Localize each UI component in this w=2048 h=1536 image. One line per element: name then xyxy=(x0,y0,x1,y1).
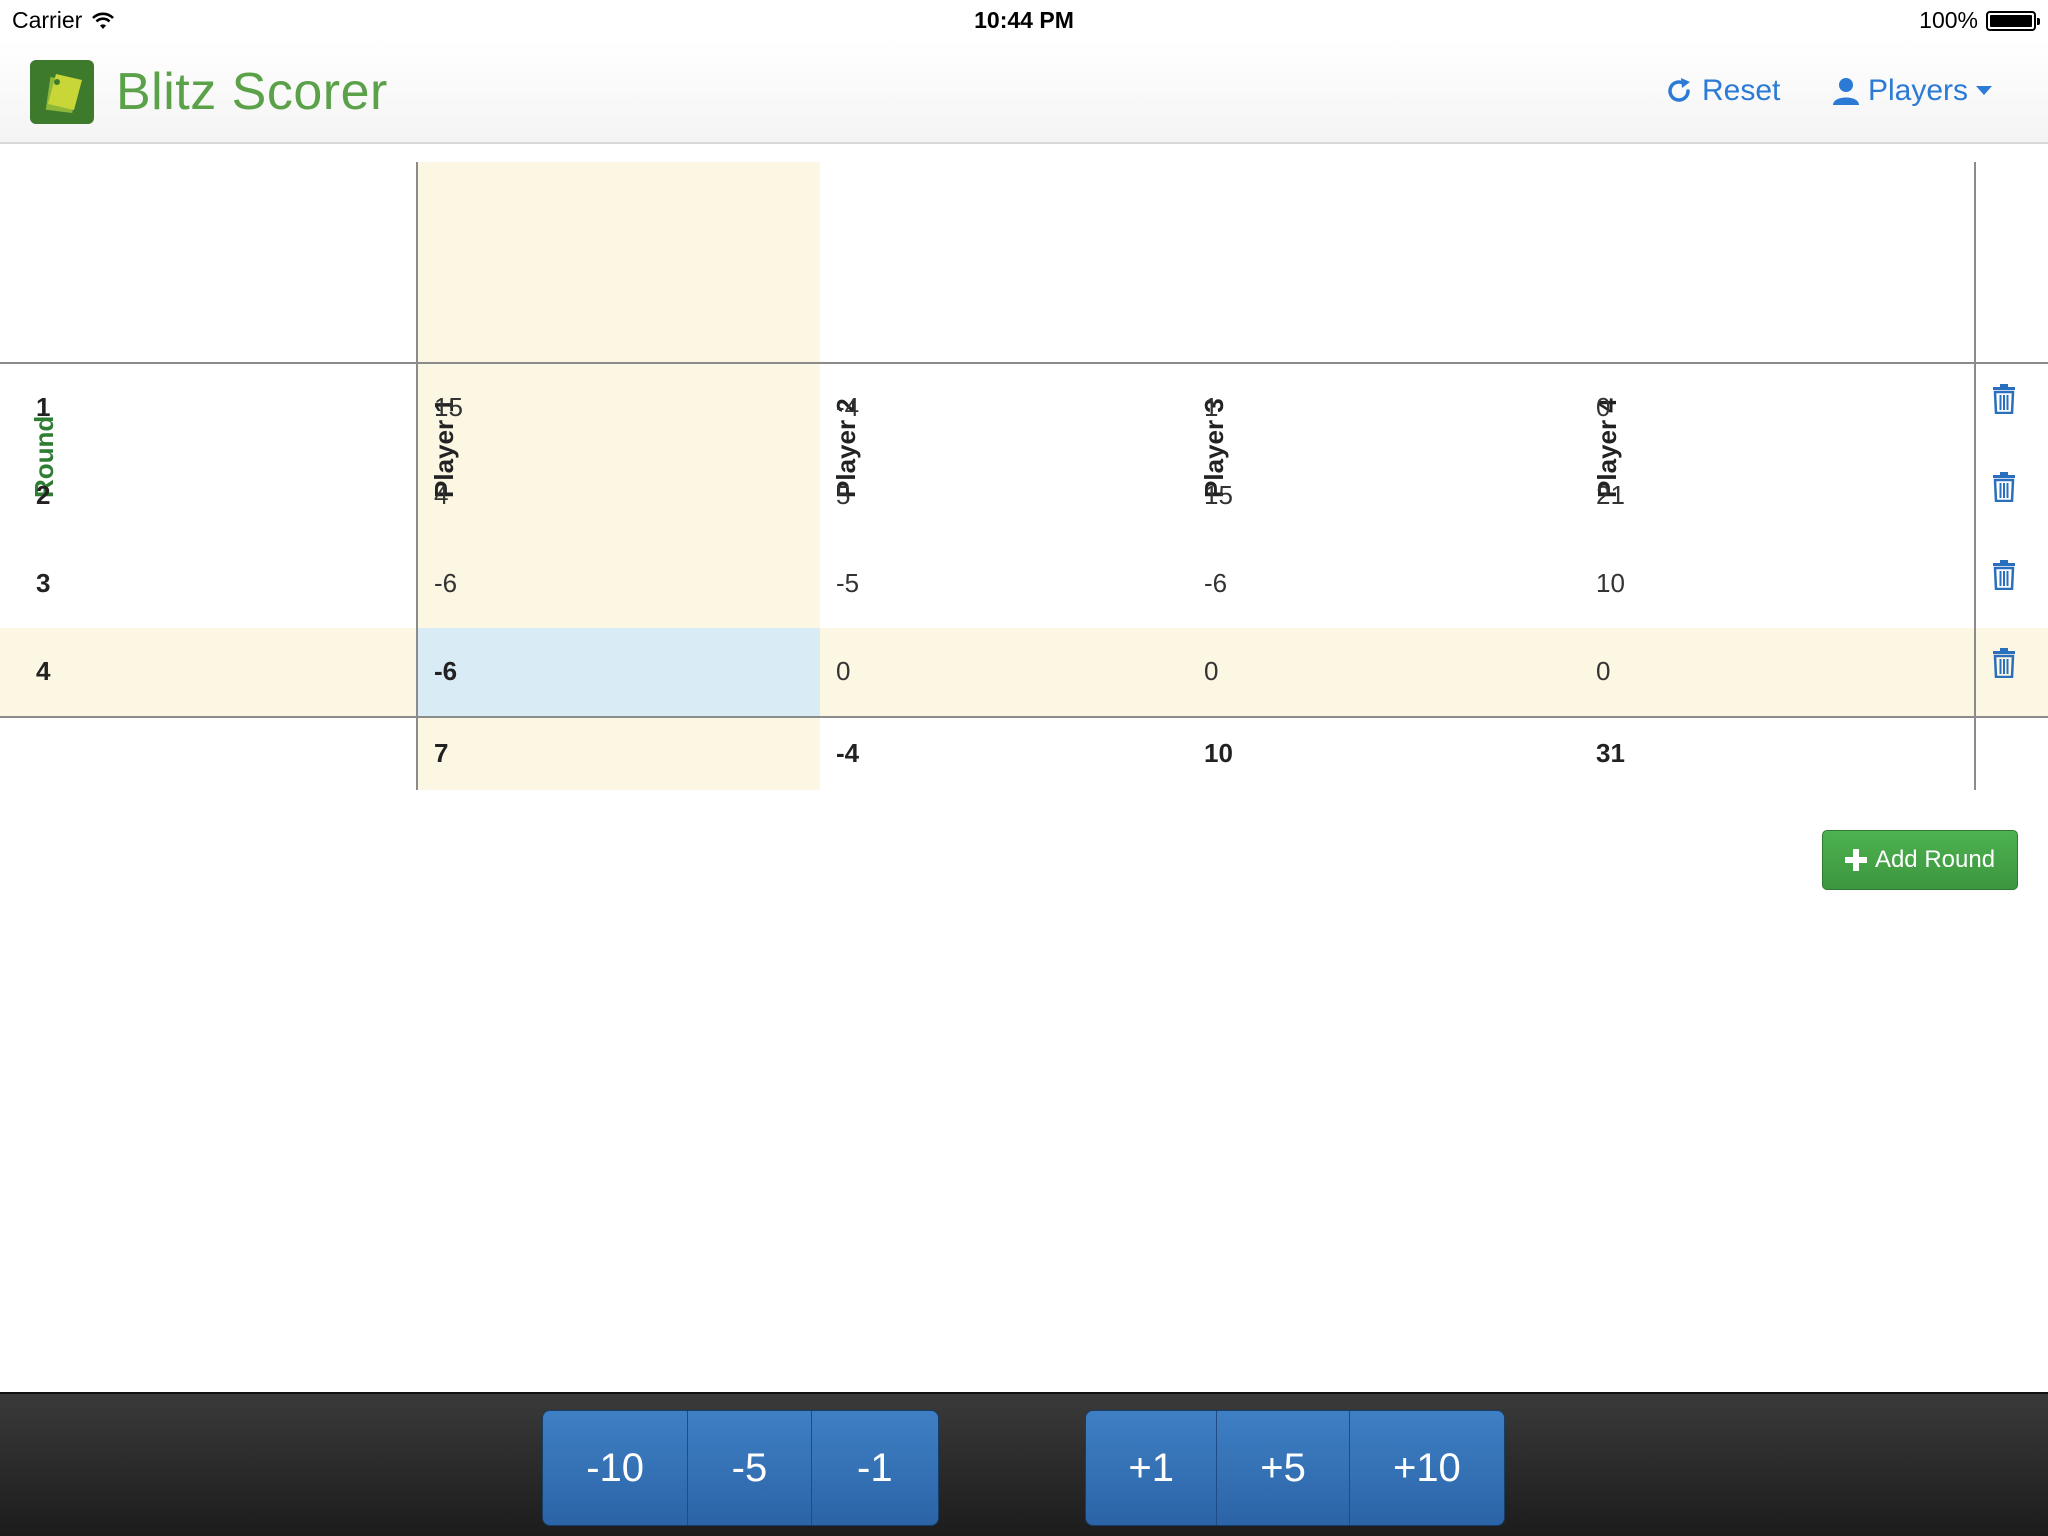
total-score: 31 xyxy=(1596,738,1625,768)
players-label: Players xyxy=(1868,74,1969,107)
trash-icon[interactable] xyxy=(1992,560,2016,590)
total-score: -4 xyxy=(836,738,860,768)
player-header[interactable]: Player 2 xyxy=(831,258,872,498)
player-header[interactable]: Player 3 xyxy=(1199,258,1240,498)
round-number: 3 xyxy=(36,568,51,598)
plus-5-button[interactable]: +5 xyxy=(1217,1411,1350,1525)
column-divider xyxy=(1974,162,1976,790)
score-cell[interactable]: 0 xyxy=(1596,656,1610,687)
score-cell[interactable]: 0 xyxy=(1204,656,1218,687)
round-header: Round xyxy=(29,415,59,498)
score-cell[interactable]: -6 xyxy=(1204,568,1227,599)
player-header[interactable]: Player 1 xyxy=(429,258,470,498)
score-cell[interactable]: 0 xyxy=(1596,392,1610,423)
reset-label: Reset xyxy=(1702,74,1781,107)
refresh-icon xyxy=(1668,78,1690,102)
navbar: Blitz Scorer Reset Players xyxy=(0,40,2048,144)
app-logo-icon[interactable] xyxy=(30,60,94,124)
active-round-row xyxy=(0,628,2048,716)
decrement-button-group: -10 -5 -1 xyxy=(542,1410,939,1526)
reset-button[interactable]: Reset xyxy=(1664,74,1780,108)
score-cell[interactable]: 5 xyxy=(836,480,850,511)
score-cell[interactable]: 21 xyxy=(1596,480,1625,511)
score-cell[interactable]: 15 xyxy=(434,392,463,423)
score-cell[interactable]: 4 xyxy=(434,480,448,511)
add-round-button[interactable]: Add Round xyxy=(1822,830,2018,890)
selected-score-cell[interactable] xyxy=(416,628,820,716)
plus-1-button[interactable]: +1 xyxy=(1086,1411,1218,1525)
players-dropdown[interactable]: Players xyxy=(1832,74,1993,108)
status-time: 10:44 PM xyxy=(974,7,1074,33)
battery-icon xyxy=(1986,10,2040,31)
plus-10-button[interactable]: +10 xyxy=(1349,1411,1504,1525)
round-number: 2 xyxy=(36,480,51,510)
minus-10-button[interactable]: -10 xyxy=(543,1411,689,1525)
add-round-label: Add Round xyxy=(1874,846,1996,873)
score-cell[interactable]: 10 xyxy=(1596,568,1625,599)
score-cell-selected[interactable]: -6 xyxy=(434,656,457,687)
caret-down-icon xyxy=(1976,86,1993,95)
totals-divider xyxy=(0,716,2048,718)
score-cell[interactable]: 1 xyxy=(1204,392,1218,423)
score-adjust-toolbar: -10 -5 -1 +1 +5 +10 xyxy=(0,1392,2048,1536)
battery-percent: 100% xyxy=(1919,7,1978,33)
plus-icon xyxy=(1844,849,1867,871)
user-icon xyxy=(1833,78,1859,105)
status-right: 100% xyxy=(1919,7,2040,34)
header-divider xyxy=(0,362,2048,364)
score-cell[interactable]: 15 xyxy=(1204,480,1233,511)
minus-5-button[interactable]: -5 xyxy=(688,1411,812,1525)
score-cell[interactable]: -4 xyxy=(836,392,859,423)
column-divider xyxy=(416,162,418,790)
player-header[interactable]: Player 4 xyxy=(1592,258,1633,498)
total-score: 10 xyxy=(1204,738,1233,768)
round-number: 4 xyxy=(36,656,51,686)
trash-icon[interactable] xyxy=(1992,648,2016,678)
score-cell[interactable]: -5 xyxy=(836,568,859,599)
score-cell[interactable]: -6 xyxy=(434,568,457,599)
round-number: 1 xyxy=(36,392,51,422)
app-title[interactable]: Blitz Scorer xyxy=(116,62,388,122)
increment-button-group: +1 +5 +10 xyxy=(1085,1410,1505,1526)
trash-icon[interactable] xyxy=(1992,384,2016,414)
total-score: 7 xyxy=(434,738,449,768)
minus-1-button[interactable]: -1 xyxy=(811,1411,938,1525)
status-bar: Carrier 10:44 PM 100% xyxy=(0,0,2048,40)
score-cell[interactable]: 0 xyxy=(836,656,850,687)
trash-icon[interactable] xyxy=(1992,472,2016,502)
